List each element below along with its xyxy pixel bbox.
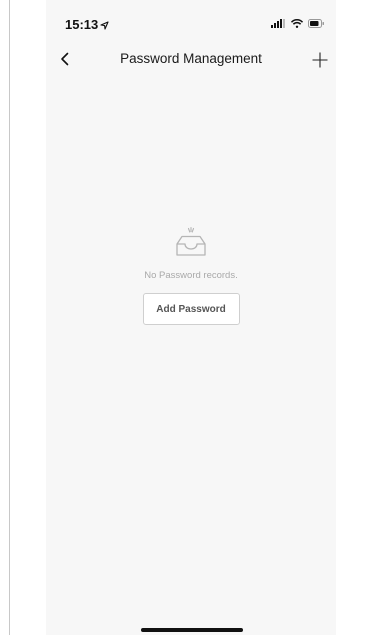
empty-state-message: No Password records. <box>144 270 238 281</box>
home-indicator[interactable] <box>141 628 243 632</box>
empty-inbox-icon <box>176 226 206 256</box>
status-time: 15:13 <box>65 17 99 32</box>
plus-icon <box>312 52 328 68</box>
window-frame-edge <box>9 0 10 635</box>
add-password-button[interactable]: Add Password <box>142 293 240 325</box>
add-password-nav-button[interactable] <box>309 49 331 71</box>
empty-state: No Password records. Add Password <box>46 224 336 325</box>
navigation-bar: Password Management <box>46 42 336 76</box>
cellular-signal-icon <box>271 19 285 28</box>
page-title: Password Management <box>120 51 262 66</box>
status-icons <box>271 19 325 28</box>
phone-screen: 15:13 Password Management No Password re… <box>46 0 336 635</box>
location-arrow-icon <box>100 20 109 30</box>
battery-icon <box>308 19 324 28</box>
status-bar: 15:13 <box>46 0 336 36</box>
status-time-group: 15:13 <box>65 17 109 33</box>
wifi-icon <box>291 19 303 28</box>
